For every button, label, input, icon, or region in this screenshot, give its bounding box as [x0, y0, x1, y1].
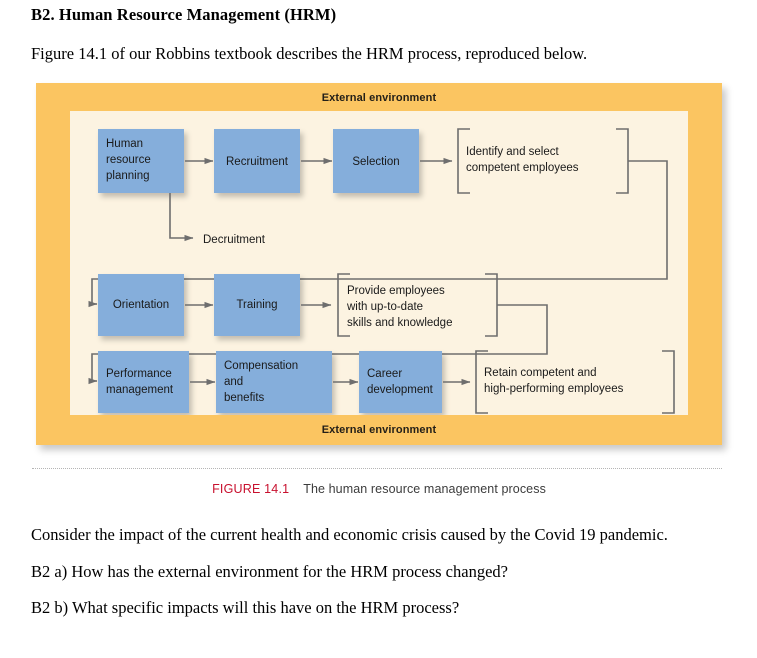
label-compensation-line1: Compensation	[224, 360, 298, 372]
label-retain-competent-line1: Retain competent and	[484, 367, 597, 379]
bracket-left-outcome1	[457, 128, 470, 194]
label-compensation-line3: benefits	[224, 392, 265, 404]
caption-divider	[32, 468, 722, 470]
label-career-development-line2: development	[367, 384, 434, 396]
label-compensation-line2: and	[224, 376, 243, 388]
label-identify-and-select-line2: competent employees	[466, 162, 579, 174]
label-provide-employees-line1: Provide employees	[347, 285, 445, 297]
label-decruitment: Decruitment	[203, 234, 266, 246]
label-provide-employees-line2: with up-to-date	[346, 301, 423, 313]
page-title: B2. Human Resource Management (HRM)	[31, 5, 337, 24]
figure-inner-area: Human resource planning Recruitment Sele…	[70, 111, 688, 415]
label-selection: Selection	[352, 156, 399, 168]
label-human-resource-planning-line3: planning	[106, 170, 149, 182]
label-performance-management-line2: management	[106, 384, 174, 396]
label-performance-management-line1: Performance	[106, 368, 172, 380]
box-performance-management	[98, 351, 189, 413]
connector-hrp-to-decruitment	[169, 193, 194, 242]
external-environment-label-bottom: External environment	[321, 424, 437, 436]
label-orientation: Orientation	[113, 299, 169, 311]
box-career-development	[359, 351, 442, 413]
label-career-development-line1: Career	[367, 368, 402, 380]
question-b2b: B2 b) What specific impacts will this ha…	[31, 598, 460, 617]
figure-caption-number: FIGURE 14.1	[212, 482, 290, 496]
label-human-resource-planning-line2: resource	[106, 154, 151, 166]
hrm-process-diagram: Human resource planning Recruitment Sele…	[88, 128, 675, 414]
figure-caption-text: The human resource management process	[303, 482, 546, 496]
intro-paragraph: Figure 14.1 of our Robbins textbook desc…	[31, 44, 588, 63]
question-b2a: B2 a) How has the external environment f…	[31, 562, 508, 581]
consider-paragraph: Consider the impact of the current healt…	[31, 525, 668, 544]
bracket-right-outcome3	[662, 350, 675, 414]
label-identify-and-select-line1: Identify and select	[466, 146, 560, 158]
bracket-right-outcome2	[485, 273, 498, 337]
label-human-resource-planning-line1: Human	[106, 138, 143, 150]
figure-panel: External environment External environmen…	[36, 83, 722, 445]
figure-caption: FIGURE 14.1 The human resource managemen…	[36, 482, 722, 496]
label-retain-competent-line2: high-performing employees	[484, 383, 624, 395]
label-provide-employees-line3: skills and knowledge	[347, 317, 452, 329]
external-environment-label-top: External environment	[321, 92, 437, 104]
bracket-right-outcome1	[616, 128, 629, 194]
label-training: Training	[236, 299, 277, 311]
bracket-left-outcome3	[475, 350, 488, 414]
label-recruitment: Recruitment	[226, 156, 289, 168]
